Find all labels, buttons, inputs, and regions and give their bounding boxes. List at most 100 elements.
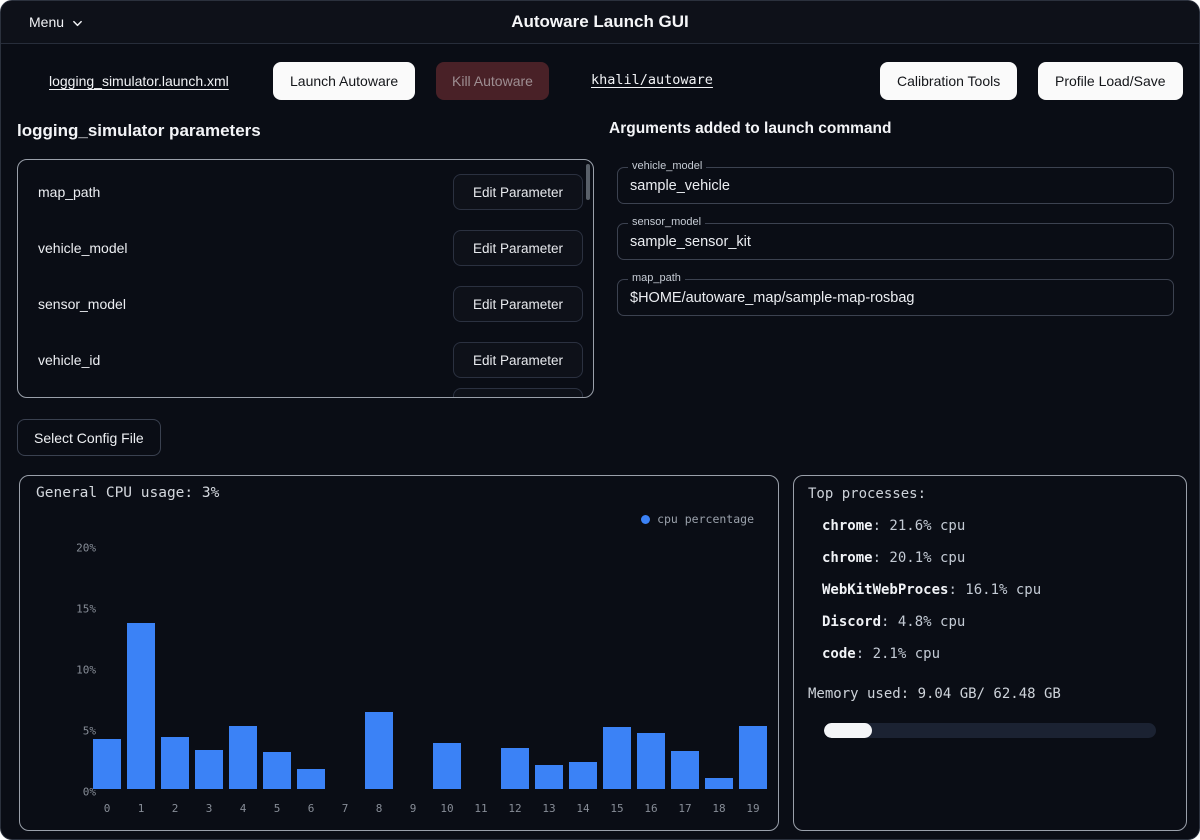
- x-axis-labels: 012345678910111213141516171819: [93, 802, 773, 815]
- x-axis-label: 5: [263, 802, 291, 815]
- process-name: Discord: [822, 614, 881, 630]
- bar: [433, 743, 461, 789]
- param-label: vehicle_id: [38, 352, 100, 368]
- argument-field-label: vehicle_model: [628, 160, 706, 172]
- process-item: code: 2.1% cpu: [822, 646, 940, 662]
- memory-used-label: Memory used: 9.04 GB/ 62.48 GB: [808, 686, 1061, 702]
- bar: [637, 733, 665, 789]
- argument-field: map_path: [617, 279, 1174, 316]
- x-axis-label: 15: [603, 802, 631, 815]
- argument-field-input[interactable]: [618, 224, 1173, 259]
- launch-file-link[interactable]: logging_simulator.launch.xml: [49, 73, 229, 89]
- x-axis-label: 7: [331, 802, 359, 815]
- x-axis-label: 16: [637, 802, 665, 815]
- bar: [603, 727, 631, 789]
- y-axis-tick: 20%: [76, 542, 96, 555]
- bar: [671, 751, 699, 789]
- bar: [501, 748, 529, 789]
- edit-parameter-button[interactable]: Edit Parameter: [453, 342, 583, 378]
- process-name: WebKitWebProces: [822, 582, 948, 598]
- app-window: Menu Autoware Launch GUI logging_simulat…: [0, 0, 1200, 840]
- param-row: vehicle_id Edit Parameter: [18, 332, 593, 388]
- param-label: vehicle_model: [38, 240, 128, 256]
- bar: [705, 778, 733, 789]
- x-axis-label: 3: [195, 802, 223, 815]
- x-axis-label: 1: [127, 802, 155, 815]
- y-axis-tick: 15%: [76, 603, 96, 616]
- process-cpu: : 21.6% cpu: [873, 518, 966, 534]
- argument-field-input[interactable]: [618, 280, 1173, 315]
- chart-title: General CPU usage: 3%: [36, 485, 219, 501]
- x-axis-label: 18: [705, 802, 733, 815]
- parameters-panel: map_path Edit Parameter vehicle_model Edit …: [17, 159, 594, 398]
- x-axis-label: 17: [671, 802, 699, 815]
- calibration-tools-button[interactable]: Calibration Tools: [880, 62, 1017, 100]
- process-item: chrome: 20.1% cpu: [822, 550, 965, 566]
- memory-progress-fill: [824, 723, 872, 738]
- bar: [365, 712, 393, 789]
- bar: [739, 726, 767, 789]
- process-cpu: : 20.1% cpu: [873, 550, 966, 566]
- edit-parameter-button[interactable]: [453, 388, 583, 398]
- x-axis-label: 9: [399, 802, 427, 815]
- process-name: chrome: [822, 518, 873, 534]
- argument-field-label: sensor_model: [628, 216, 705, 228]
- param-label: map_path: [38, 184, 100, 200]
- page-title: Autoware Launch GUI: [1, 1, 1199, 43]
- argument-field: vehicle_model: [617, 167, 1174, 204]
- legend-label: cpu percentage: [657, 512, 754, 526]
- top-bar: Menu Autoware Launch GUI: [1, 1, 1199, 44]
- param-row-partial: [18, 388, 593, 398]
- bar: [535, 765, 563, 789]
- x-axis-label: 11: [467, 802, 495, 815]
- param-row: vehicle_model Edit Parameter: [18, 220, 593, 276]
- bar: [297, 769, 325, 789]
- x-axis-label: 4: [229, 802, 257, 815]
- arguments-heading: Arguments added to launch command: [609, 120, 891, 138]
- process-item: Discord: 4.8% cpu: [822, 614, 965, 630]
- x-axis-label: 6: [297, 802, 325, 815]
- process-item: chrome: 21.6% cpu: [822, 518, 965, 534]
- edit-parameter-button[interactable]: Edit Parameter: [453, 286, 583, 322]
- repo-link[interactable]: khalil/autoware: [591, 72, 713, 88]
- process-cpu: : 4.8% cpu: [881, 614, 965, 630]
- argument-field-label: map_path: [628, 272, 685, 284]
- x-axis-label: 2: [161, 802, 189, 815]
- select-config-file-button[interactable]: Select Config File: [17, 419, 161, 456]
- processes-heading: Top processes:: [808, 486, 926, 502]
- bar: [263, 752, 291, 789]
- argument-field: sensor_model: [617, 223, 1174, 260]
- bar: [569, 762, 597, 789]
- x-axis-label: 12: [501, 802, 529, 815]
- process-cpu: : 2.1% cpu: [856, 646, 940, 662]
- process-cpu: : 16.1% cpu: [948, 582, 1041, 598]
- parameters-heading: logging_simulator parameters: [17, 121, 261, 141]
- process-name: chrome: [822, 550, 873, 566]
- bar: [127, 623, 155, 789]
- launch-autoware-button[interactable]: Launch Autoware: [273, 62, 415, 100]
- x-axis-label: 0: [93, 802, 121, 815]
- profile-load-save-button[interactable]: Profile Load/Save: [1038, 62, 1183, 100]
- x-axis-label: 14: [569, 802, 597, 815]
- edit-parameter-button[interactable]: Edit Parameter: [453, 230, 583, 266]
- memory-progressbar: [824, 723, 1156, 738]
- argument-field-input[interactable]: [618, 168, 1173, 203]
- bar: [161, 737, 189, 789]
- chart-legend: cpu percentage: [641, 512, 754, 526]
- cpu-usage-chart-panel: General CPU usage: 3% cpu percentage 0%5…: [19, 475, 779, 831]
- edit-parameter-button[interactable]: Edit Parameter: [453, 174, 583, 210]
- x-axis-label: 10: [433, 802, 461, 815]
- bar: [93, 739, 121, 789]
- x-axis-label: 13: [535, 802, 563, 815]
- bar-series: [93, 623, 773, 789]
- bar: [229, 726, 257, 789]
- process-name: code: [822, 646, 856, 662]
- param-row: sensor_model Edit Parameter: [18, 276, 593, 332]
- param-label: sensor_model: [38, 296, 126, 312]
- top-processes-panel: Top processes: chrome: 21.6% cpuchrome: …: [793, 475, 1187, 831]
- x-axis-label: 19: [739, 802, 767, 815]
- kill-autoware-button[interactable]: Kill Autoware: [436, 62, 549, 100]
- param-row: map_path Edit Parameter: [18, 164, 593, 220]
- process-item: WebKitWebProces: 16.1% cpu: [822, 582, 1041, 598]
- scrollbar-thumb[interactable]: [586, 164, 590, 200]
